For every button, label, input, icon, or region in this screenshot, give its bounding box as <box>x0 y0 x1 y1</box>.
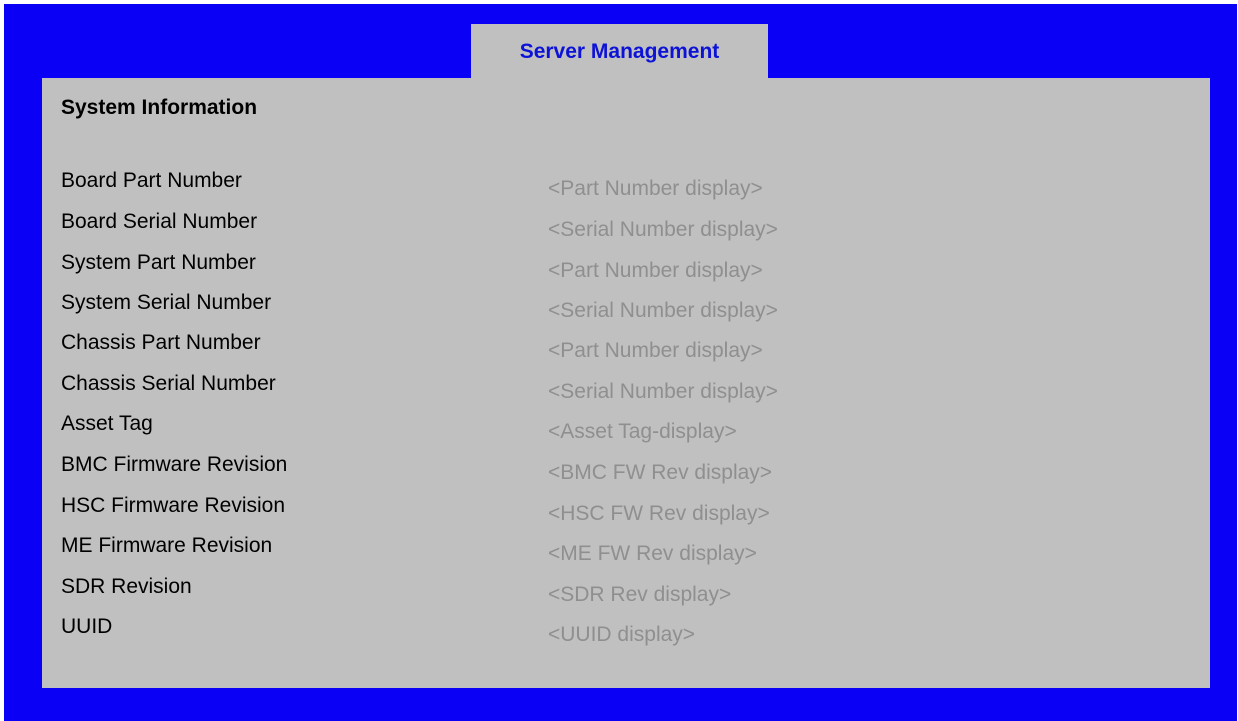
chassis-serial-number-label: Chassis Serial Number <box>61 372 276 395</box>
info-row-system-serial-number: System Serial Number <Serial Number disp… <box>42 291 1210 332</box>
bmc-firmware-revision-label: BMC Firmware Revision <box>61 453 288 476</box>
info-row-asset-tag: Asset Tag <Asset Tag-display> <box>42 412 1210 453</box>
tab-server-management[interactable]: Server Management <box>471 24 768 82</box>
uuid-label: UUID <box>61 615 113 638</box>
system-part-number-label: System Part Number <box>61 251 256 274</box>
system-part-number-value: <Part Number display> <box>548 259 763 282</box>
info-row-uuid: UUID <UUID display> <box>42 615 1210 656</box>
board-serial-number-value: <Serial Number display> <box>548 218 778 241</box>
section-title: System Information <box>61 96 258 119</box>
uuid-value: <UUID display> <box>548 623 696 646</box>
sdr-revision-value: <SDR Rev display> <box>548 583 732 606</box>
info-row-bmc-firmware-revision: BMC Firmware Revision <BMC FW Rev displa… <box>42 453 1210 494</box>
asset-tag-value: <Asset Tag-display> <box>548 420 737 443</box>
info-row-hsc-firmware-revision: HSC Firmware Revision <HSC FW Rev displa… <box>42 494 1210 535</box>
info-row-chassis-part-number: Chassis Part Number <Part Number display… <box>42 331 1210 372</box>
system-information-panel: System Information Board Part Number <Pa… <box>42 78 1210 688</box>
chassis-part-number-label: Chassis Part Number <box>61 331 261 354</box>
info-row-chassis-serial-number: Chassis Serial Number <Serial Number dis… <box>42 372 1210 413</box>
board-serial-number-label: Board Serial Number <box>61 210 258 233</box>
bmc-firmware-revision-value: <BMC FW Rev display> <box>548 461 773 484</box>
bios-setup-frame: Server Management System Information Boa… <box>4 4 1237 721</box>
system-serial-number-value: <Serial Number display> <box>548 299 778 322</box>
chassis-part-number-value: <Part Number display> <box>548 339 763 362</box>
chassis-serial-number-value: <Serial Number display> <box>548 380 778 403</box>
info-row-board-serial-number: Board Serial Number <Serial Number displ… <box>42 210 1210 251</box>
hsc-firmware-revision-label: HSC Firmware Revision <box>61 494 286 517</box>
info-row-sdr-revision: SDR Revision <SDR Rev display> <box>42 575 1210 616</box>
info-row-me-firmware-revision: ME Firmware Revision <ME FW Rev display> <box>42 534 1210 575</box>
board-part-number-label: Board Part Number <box>61 169 242 192</box>
hsc-firmware-revision-value: <HSC FW Rev display> <box>548 502 770 525</box>
asset-tag-label: Asset Tag <box>61 412 153 435</box>
me-firmware-revision-label: ME Firmware Revision <box>61 534 273 557</box>
system-serial-number-label: System Serial Number <box>61 291 272 314</box>
me-firmware-revision-value: <ME FW Rev display> <box>548 542 757 565</box>
info-row-board-part-number: Board Part Number <Part Number display> <box>42 169 1210 210</box>
board-part-number-value: <Part Number display> <box>548 177 763 200</box>
sdr-revision-label: SDR Revision <box>61 575 192 598</box>
info-row-system-part-number: System Part Number <Part Number display> <box>42 251 1210 292</box>
